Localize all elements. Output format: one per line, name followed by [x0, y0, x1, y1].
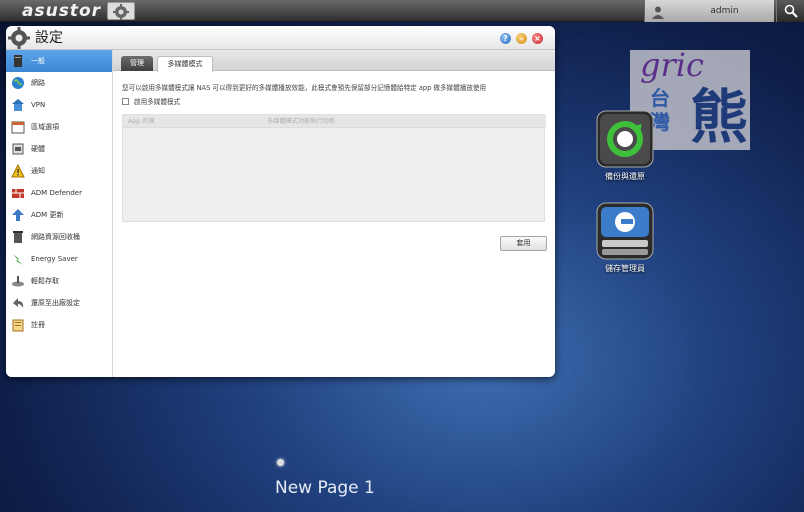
sidebar-item-label: 網路 [31, 79, 45, 87]
sidebar-item-label: 註冊 [31, 321, 45, 329]
desktop-icon-label: 儲存管理員 [605, 264, 645, 273]
sidebar-item-label: 網路資源回收桶 [31, 233, 80, 241]
search-button[interactable] [776, 0, 804, 22]
minimize-icon: – [519, 34, 524, 43]
page-indicator-dot[interactable] [277, 459, 284, 466]
restore-icon [13, 298, 24, 308]
sidebar-item-label: 還原至出廠設定 [31, 299, 80, 307]
hardware-icon [12, 143, 24, 155]
sidebar-item-label: 通知 [31, 167, 45, 175]
close-button[interactable]: × [532, 33, 543, 44]
apply-button[interactable]: 套用 [500, 236, 547, 251]
sidebar-item-vpn[interactable]: VPN [6, 94, 112, 116]
app-table: App 名稱 多媒體模式功能執行功能 [122, 114, 546, 222]
watermark-text-gric: gric [640, 46, 704, 84]
sidebar-item-factory-reset[interactable]: 還原至出廠設定 [6, 292, 112, 314]
watermark-text-bear: 熊 [690, 83, 749, 151]
desktop-icon-label: 備份與還原 [605, 172, 645, 181]
sidebar-item-label: 硬體 [31, 145, 45, 153]
server-icon [14, 55, 22, 67]
column-multimedia-function[interactable]: 多媒體模式功能執行功能 [267, 115, 335, 128]
sidebar-item-recycle-bin[interactable]: 網路資源回收桶 [6, 226, 112, 248]
recycle-bin-icon [13, 231, 23, 243]
minimize-button[interactable]: – [516, 33, 527, 44]
sidebar-item-adm-update[interactable]: ADM 更新 [6, 204, 112, 226]
sidebar-item-label: ADM Defender [31, 189, 82, 197]
sidebar-item-adm-defender[interactable]: ADM Defender [6, 182, 112, 204]
username: admin [710, 6, 739, 16]
sidebar-item-network[interactable]: 網路 [6, 72, 112, 94]
house-network-icon [12, 99, 24, 111]
page-label: New Page 1 [275, 478, 375, 498]
update-arrow-icon [12, 209, 24, 221]
brand-logo: asustor [22, 1, 102, 21]
sidebar-item-notification[interactable]: 通知 [6, 160, 112, 182]
sidebar-item-general[interactable]: 一般 [6, 50, 112, 72]
globe-icon [12, 77, 24, 89]
help-icon: ? [503, 34, 508, 43]
tab-management[interactable]: 管理 [121, 56, 153, 71]
storage-manager-icon [596, 202, 654, 260]
backup-restore-icon [596, 110, 654, 168]
sidebar-item-label: VPN [31, 101, 46, 109]
settings-app-taskbar-icon[interactable] [107, 2, 135, 20]
enable-multimedia-label: 啟用多媒體模式 [134, 98, 181, 106]
sidebar-item-hardware[interactable]: 硬體 [6, 138, 112, 160]
user-menu[interactable]: admin [644, 0, 774, 22]
window-title: 設定 [35, 30, 63, 46]
close-icon: × [534, 34, 541, 43]
help-button[interactable]: ? [500, 33, 511, 44]
tab-bar: 管理 多媒體模式 [113, 50, 555, 72]
sidebar-item-label: Energy Saver [31, 255, 78, 263]
user-avatar-icon [651, 4, 665, 23]
easy-access-icon [12, 276, 24, 287]
column-app-name[interactable]: App 名稱 [128, 115, 154, 128]
sidebar-item-energy-saver[interactable]: Energy Saver [6, 248, 112, 270]
sidebar-item-easy-access[interactable]: 輕鬆存取 [6, 270, 112, 292]
app-table-header: App 名稱 多媒體模式功能執行功能 [123, 115, 546, 128]
sidebar-item-label: ADM 更新 [31, 211, 64, 219]
window-title-bar[interactable]: 設定 ? – × [6, 26, 555, 50]
firewall-icon [12, 189, 24, 198]
energy-icon [13, 254, 23, 265]
sidebar-item-regional[interactable]: 區域選項 [6, 116, 112, 138]
register-icon [12, 319, 24, 332]
search-icon [784, 4, 798, 18]
settings-window: 設定 ? – × 一般 網路 VPN 區域選項 硬體 通知 ADM Defend… [6, 26, 555, 377]
sidebar-item-label: 區域選項 [31, 123, 59, 131]
sidebar-item-label: 一般 [31, 57, 45, 65]
settings-sidebar: 一般 網路 VPN 區域選項 硬體 通知 ADM Defender ADM 更新… [6, 50, 113, 377]
sidebar-item-label: 輕鬆存取 [31, 277, 59, 285]
sidebar-item-register[interactable]: 註冊 [6, 314, 112, 336]
calendar-icon [11, 121, 25, 134]
warning-icon [11, 164, 25, 178]
top-taskbar: asustor admin [0, 0, 804, 22]
settings-content: 管理 多媒體模式 您可以啟用多媒體模式讓 NAS 可以得到更好的多媒體播放效能，… [113, 50, 555, 377]
multimedia-description: 您可以啟用多媒體模式讓 NAS 可以得到更好的多媒體播放效能，此模式會預先保留部… [122, 84, 487, 92]
enable-multimedia-checkbox[interactable] [122, 98, 129, 105]
tab-multimedia-mode[interactable]: 多媒體模式 [157, 56, 213, 72]
